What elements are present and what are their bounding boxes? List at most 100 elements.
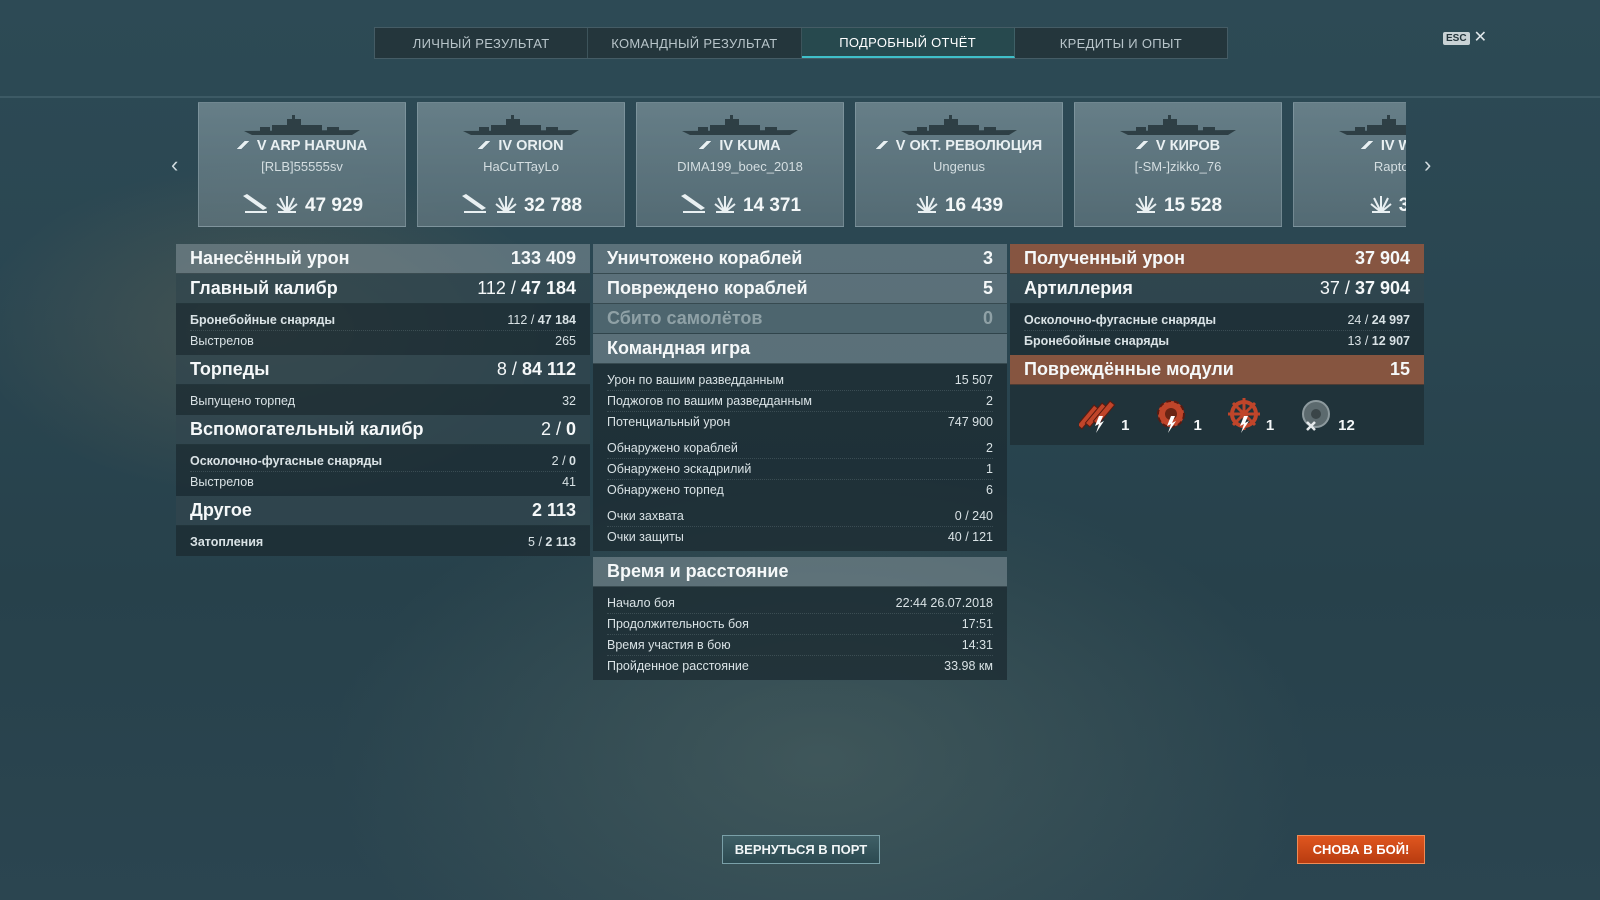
ship-card[interactable]: IV KUMA DIMA199_boec_2018 14 371: [636, 102, 844, 227]
secondary-damage: 0: [565, 419, 576, 439]
received-damage-label: Полученный урон: [1024, 248, 1185, 268]
ship-name-text: IV KUMA: [719, 138, 781, 154]
received-damage-panel: Полученный урон 37 904 Артиллерия 37 / 3…: [1010, 244, 1424, 445]
damaged-modules-label: Повреждённые модули: [1024, 359, 1234, 379]
dealt-damage-header: Нанесённый урон 133 409: [176, 244, 590, 274]
stat-label: Урон по вашим разведданным: [607, 373, 784, 387]
ship-card[interactable]: V ARP HARUNA [RLB]55555sv 47 929: [198, 102, 406, 227]
ship-name: IV KUMA: [637, 138, 843, 154]
main-battery-header: Главный калибр 112 / 47 184: [176, 274, 590, 304]
player-name: [RLB]55555sv: [261, 159, 343, 174]
module-item: 1: [1079, 396, 1129, 434]
artillery-label: Артиллерия: [1024, 278, 1133, 298]
planes-shot-label: Сбито самолётов: [607, 308, 763, 328]
ship-class-icon: [699, 141, 714, 149]
teamwork-label: Командная игра: [607, 338, 751, 358]
secondary-shots-label: Выстрелов: [190, 475, 254, 489]
damage-splash-icon: [494, 192, 518, 220]
stat-row: Продолжительность боя 17:51: [607, 614, 993, 635]
ship-card[interactable]: V КИРОВ [-SM-]zikko_76 15 528: [1074, 102, 1282, 227]
tab-credits-xp[interactable]: КРЕДИТЫ И ОПЫТ: [1015, 28, 1227, 58]
steering-module-icon: [1227, 398, 1260, 433]
close-control[interactable]: ESC ✕: [1443, 30, 1487, 46]
secondary-he-damage: 0: [569, 454, 576, 468]
ship-damage-value: 3 3: [1398, 195, 1406, 216]
player-name: Ungenus: [932, 159, 986, 174]
battle-again-button[interactable]: СНОВА В БОЙ!: [1297, 835, 1425, 864]
tab-team-result[interactable]: КОМАНДНЫЙ РЕЗУЛЬТАТ: [588, 28, 802, 58]
artillery-header: Артиллерия 37 / 37 904: [1010, 274, 1424, 304]
return-to-port-button[interactable]: ВЕРНУТЬСЯ В ПОРТ: [722, 835, 880, 864]
stat-row: Очки захвата 0 / 240: [607, 506, 993, 527]
time-distance-label: Время и расстояние: [607, 561, 789, 581]
secondary-shots-row: Выстрелов 41: [190, 472, 576, 492]
ship-card[interactable]: IV WYO Raptor3 3 3: [1293, 102, 1406, 227]
damage-splash-icon: [1134, 192, 1158, 220]
close-icon[interactable]: ✕: [1474, 30, 1487, 46]
module-item: 1: [1151, 396, 1202, 434]
ship-damage-value: 14 371: [742, 195, 802, 216]
main-battery-label: Главный калибр: [190, 278, 338, 298]
artillery-details: Осколочно-фугасные снаряды 24 / 24 997 Б…: [1010, 304, 1424, 355]
player-name: HaCuTTayLo: [483, 159, 559, 174]
other-damage-label: Другое: [190, 500, 252, 520]
ship-damage: 32 788: [418, 192, 624, 220]
ship-name: V КИРОВ: [1075, 138, 1281, 154]
ship-damage-value: 15 528: [1163, 195, 1223, 216]
ship-name-text: V ARP HARUNA: [256, 138, 368, 154]
torpedo-icon: [679, 192, 707, 220]
stat-value: 15 507: [954, 373, 993, 387]
stat-value: 22:44 26.07.2018: [895, 596, 993, 610]
ap-shells-damage: 47 184: [537, 313, 576, 327]
stat-label: Обнаружено эскадрилий: [607, 462, 752, 476]
artillery-damage: 37 904: [1354, 278, 1410, 298]
received-he-damage: 24 997: [1371, 313, 1410, 327]
ship-class-icon: [875, 141, 890, 149]
ship-name-text: IV WYO: [1380, 138, 1406, 154]
ship-damage: 14 371: [637, 192, 843, 220]
ship-card[interactable]: IV ORION HaCuTTayLo 32 788: [417, 102, 625, 227]
damaged-modules-header: Повреждённые модули 15: [1010, 355, 1424, 385]
ship-name: V ОКТ. РЕВОЛЮЦИЯ: [856, 138, 1062, 154]
ship-damage: 47 929: [199, 192, 405, 220]
received-damage-total: 37 904: [1354, 248, 1410, 268]
received-ap-label: Бронебойные снаряды: [1024, 334, 1170, 348]
stat-row: Обнаружено торпед 6: [607, 480, 993, 500]
guns-module-icon: [1079, 400, 1116, 433]
ship-class-icon: [478, 141, 493, 149]
ship-name-text: V ОКТ. РЕВОЛЮЦИЯ: [895, 138, 1043, 154]
ship-damage-value: 16 439: [944, 195, 1004, 216]
carousel-prev-arrow-icon[interactable]: ‹: [171, 152, 178, 178]
torpedoes-label: Торпеды: [190, 359, 270, 379]
secondary-battery-header: Вспомогательный калибр 2 / 0: [176, 415, 590, 445]
planes-shot-header: Сбито самолётов 0: [593, 304, 1007, 334]
stat-value: 0 / 240: [954, 509, 993, 523]
time-distance-details: Начало боя 22:44 26.07.2018 Продолжительно…: [593, 587, 1007, 680]
ship-card[interactable]: V ОКТ. РЕВОЛЮЦИЯ Ungenus 16 439: [855, 102, 1063, 227]
time-distance-header: Время и расстояние: [593, 557, 1007, 587]
damage-splash-icon: [915, 192, 939, 220]
torpedoes-header: Торпеды 8 / 84 112: [176, 355, 590, 385]
tab-personal-result[interactable]: ЛИЧНЫЙ РЕЗУЛЬТАТ: [375, 28, 589, 58]
ship-carousel: V ARP HARUNA [RLB]55555sv 47 929 IV ORION Ha…: [198, 102, 1406, 227]
stat-label: Обнаружено кораблей: [607, 441, 738, 455]
received-damage-header: Полученный урон 37 904: [1010, 244, 1424, 274]
damaged-modules-total: 15: [1389, 359, 1410, 379]
other-damage-value: 2 113: [531, 500, 576, 520]
stat-label: Обнаружено торпед: [607, 483, 724, 497]
carousel-next-arrow-icon[interactable]: ›: [1424, 152, 1431, 178]
stat-value: 2: [986, 441, 993, 455]
ships-destroyed-label: Уничтожено кораблей: [607, 248, 803, 268]
stat-label: Продолжительность боя: [607, 617, 749, 631]
ships-damaged-value: 5: [982, 278, 993, 298]
damaged-modules-list: 1 1 1 12: [1010, 385, 1424, 445]
ap-shells-label: Бронебойные снаряды: [190, 313, 336, 327]
secondary-he-hits: 2: [551, 454, 559, 468]
damage-splash-icon: [713, 192, 737, 220]
ship-name: IV WYO: [1294, 138, 1406, 154]
flooding-label: Затопления: [190, 535, 264, 549]
stat-row: Обнаружено кораблей 2: [607, 438, 993, 459]
main-shots-value: 265: [555, 334, 576, 348]
tab-detailed-report[interactable]: ПОДРОБНЫЙ ОТЧЁТ: [801, 28, 1015, 58]
ship-class-icon: [1135, 141, 1150, 149]
